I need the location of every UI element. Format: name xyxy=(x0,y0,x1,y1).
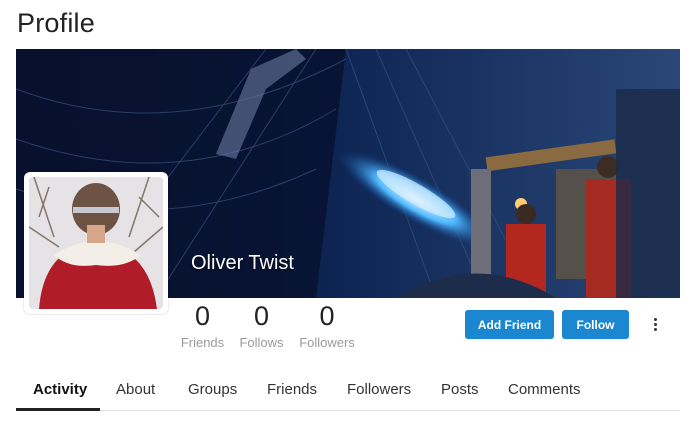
profile-stats: 0 Friends 0 Follows 0 Followers xyxy=(180,301,369,350)
profile-name: Oliver Twist xyxy=(191,252,294,274)
avatar-image xyxy=(29,177,163,309)
tab-friends[interactable]: Friends xyxy=(267,369,317,411)
stat-count: 0 xyxy=(319,301,335,331)
tab-about[interactable]: About xyxy=(116,369,155,411)
profile-tabs: Activity About Groups Friends Followers … xyxy=(16,369,680,411)
active-tab-indicator xyxy=(16,408,100,411)
stat-followers[interactable]: 0 Followers xyxy=(299,301,355,350)
page-title: Profile xyxy=(17,8,95,38)
tab-followers[interactable]: Followers xyxy=(347,369,411,411)
avatar[interactable] xyxy=(24,172,168,314)
follow-button[interactable]: Follow xyxy=(562,310,629,339)
stat-count: 0 xyxy=(194,301,211,331)
add-friend-button[interactable]: Add Friend xyxy=(465,310,554,339)
more-dot xyxy=(653,327,657,331)
stat-count: 0 xyxy=(253,301,270,331)
stat-follows[interactable]: 0 Follows xyxy=(239,301,284,350)
tab-comments[interactable]: Comments xyxy=(508,369,581,411)
stat-label: Friends xyxy=(180,335,225,350)
more-dot xyxy=(653,317,657,321)
stat-label: Followers xyxy=(299,335,355,350)
stat-friends[interactable]: 0 Friends xyxy=(180,301,225,350)
more-options-icon[interactable] xyxy=(648,316,662,332)
stat-label: Follows xyxy=(239,335,284,350)
more-dot xyxy=(653,322,657,326)
tab-activity[interactable]: Activity xyxy=(33,369,87,411)
tab-groups[interactable]: Groups xyxy=(188,369,237,411)
tab-posts[interactable]: Posts xyxy=(441,369,479,411)
